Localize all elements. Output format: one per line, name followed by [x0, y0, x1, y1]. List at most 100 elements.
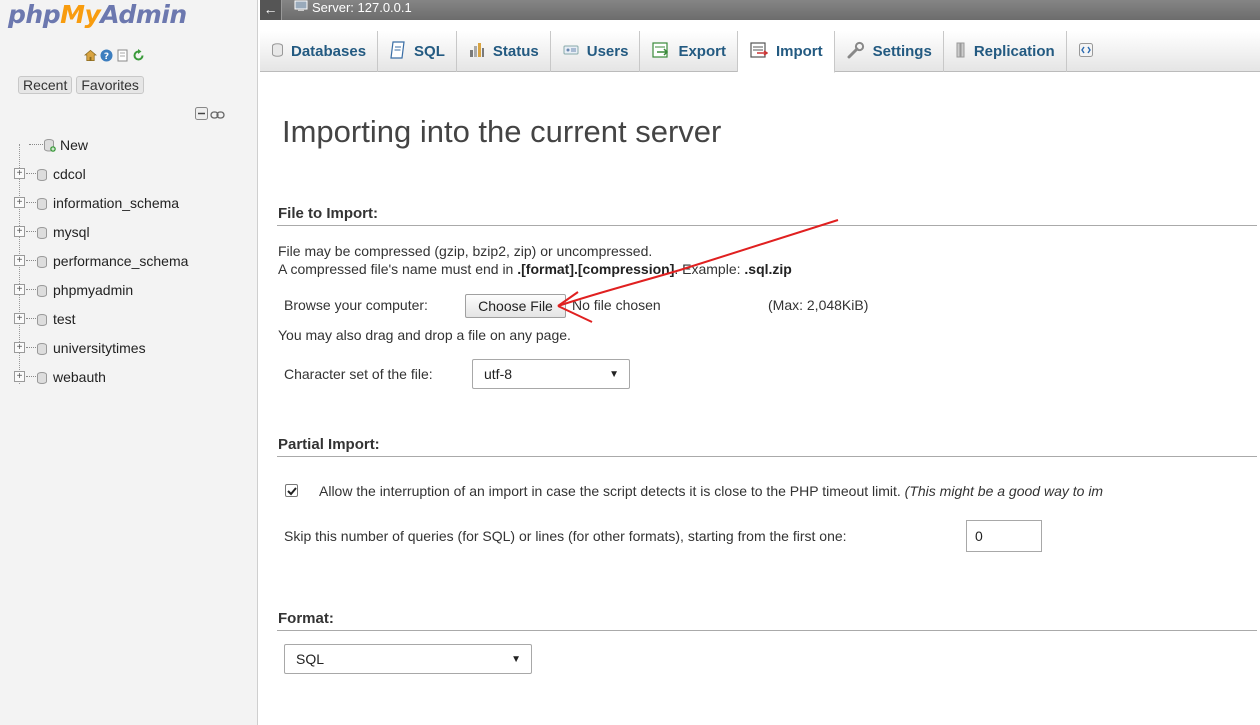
charset-value: utf-8 — [484, 366, 513, 382]
replication-icon — [956, 42, 966, 62]
expand-icon[interactable]: + — [14, 313, 25, 324]
tree-connector — [29, 144, 43, 145]
top-menu: Databases SQL Status Users Export Import… — [260, 31, 1260, 73]
tree-connector — [26, 318, 36, 319]
tree-item-label: New — [60, 136, 89, 153]
allow-interrupt-note: (This might be a good way to im — [904, 483, 1104, 499]
reload-icon[interactable] — [132, 49, 145, 62]
tree-item-phpmyadmin[interactable]: + phpmyadmin — [14, 275, 254, 304]
dropdown-arrow-icon: ▼ — [511, 654, 521, 665]
tree-item-test[interactable]: + test — [14, 304, 254, 333]
skip-queries-label: Skip this number of queries (for SQL) or… — [284, 528, 847, 544]
checkmark-icon — [286, 486, 297, 495]
tree-item-label: webauth — [53, 368, 106, 385]
tree-item-cdcol[interactable]: + cdcol — [14, 159, 254, 188]
database-icon — [37, 226, 47, 239]
tree-connector — [26, 202, 36, 203]
help-icon[interactable]: ? — [100, 49, 113, 62]
tree-item-mysql[interactable]: + mysql — [14, 217, 254, 246]
server-icon — [294, 0, 308, 15]
partial-import-heading: Partial Import: — [278, 436, 380, 453]
format-select[interactable]: SQL ▼ — [284, 644, 532, 674]
tree-item-label: cdcol — [53, 165, 86, 182]
tab-replication[interactable]: Replication — [944, 31, 1067, 72]
back-arrow-icon[interactable]: ← — [260, 0, 282, 20]
database-icon — [37, 371, 47, 384]
database-icon — [37, 255, 47, 268]
charset-select[interactable]: utf-8 ▼ — [472, 359, 630, 389]
tree-controls — [195, 107, 225, 123]
tree-item-label: phpmyadmin — [53, 281, 134, 298]
expand-icon[interactable]: + — [14, 168, 25, 179]
file-to-import-heading: File to Import: — [278, 205, 378, 222]
docs-icon[interactable] — [116, 49, 129, 62]
tab-import[interactable]: Import — [737, 31, 835, 73]
section-divider — [277, 630, 1257, 631]
database-icon — [37, 197, 47, 210]
database-icon — [37, 313, 47, 326]
extension-format: .[format].[compression] — [517, 261, 675, 277]
server-breadcrumb[interactable]: Server: 127.0.0.1 — [294, 0, 412, 15]
expand-icon[interactable]: + — [14, 342, 25, 353]
dropdown-arrow-icon: ▼ — [609, 369, 619, 380]
compression-note: File may be compressed (gzip, bzip2, zip… — [278, 243, 653, 259]
database-tree: New + cdcol + information_schema + mysql… — [14, 130, 254, 391]
extension-example: .sql.zip — [744, 261, 792, 277]
tree-item-information-schema[interactable]: + information_schema — [14, 188, 254, 217]
sql-icon — [390, 40, 406, 63]
expand-icon[interactable]: + — [14, 284, 25, 295]
tab-databases[interactable]: Databases — [260, 31, 379, 72]
tab-label: Settings — [872, 43, 932, 60]
collapse-all-icon[interactable] — [195, 107, 208, 123]
tab-settings[interactable]: Settings — [835, 31, 944, 72]
charset-label: Character set of the file: — [284, 366, 433, 382]
tab-export[interactable]: Export — [640, 31, 738, 72]
tree-connector — [26, 376, 36, 377]
logo-part-php: php — [8, 0, 61, 29]
skip-queries-input[interactable] — [966, 520, 1042, 552]
expand-icon[interactable]: + — [14, 371, 25, 382]
tab-sql[interactable]: SQL — [378, 31, 457, 72]
phpmyadmin-logo[interactable]: phpMyAdmin — [8, 0, 187, 34]
expand-icon[interactable]: + — [14, 226, 25, 237]
tab-label: Users — [586, 43, 629, 60]
tree-item-webauth[interactable]: + webauth — [14, 362, 254, 391]
tab-status[interactable]: Status — [457, 31, 551, 72]
recent-tab[interactable]: Recent — [18, 76, 73, 94]
server-label: Server: 127.0.0.1 — [312, 0, 412, 15]
link-with-main-icon[interactable] — [210, 107, 225, 123]
tree-connector — [26, 347, 36, 348]
database-icon — [37, 342, 47, 355]
databases-icon — [272, 42, 283, 61]
tree-item-new[interactable]: New — [14, 130, 254, 159]
allow-interrupt-checkbox[interactable] — [285, 484, 298, 497]
tree-item-label: test — [53, 310, 76, 327]
tree-item-label: information_schema — [53, 194, 180, 211]
tree-item-label: performance_schema — [53, 252, 189, 269]
tab-label: Import — [775, 43, 823, 60]
server-breadcrumb-bar: ← Server: 127.0.0.1 — [260, 0, 1260, 20]
browse-label: Browse your computer: — [284, 297, 428, 313]
tree-connector — [26, 260, 36, 261]
tab-more[interactable] — [1067, 31, 1104, 72]
tree-item-label: mysql — [53, 223, 90, 240]
tree-item-universitytimes[interactable]: + universitytimes — [14, 333, 254, 362]
favorites-tab[interactable]: Favorites — [76, 76, 144, 94]
expand-icon[interactable]: + — [14, 197, 25, 208]
recent-favorites-tabs: Recent Favorites — [18, 76, 144, 94]
expand-icon[interactable]: + — [14, 255, 25, 266]
tab-label: Databases — [291, 43, 367, 60]
extension-note: A compressed file's name must end in .[f… — [278, 261, 792, 277]
format-value: SQL — [296, 651, 325, 667]
navigation-panel: phpMyAdmin ? Recent Favorites New + cdco… — [0, 0, 258, 725]
more-icon — [1078, 42, 1093, 61]
choose-file-button[interactable]: Choose File — [465, 294, 566, 318]
users-icon — [563, 43, 579, 60]
tree-item-performance-schema[interactable]: + performance_schema — [14, 246, 254, 275]
tab-users[interactable]: Users — [551, 31, 641, 72]
format-heading: Format: — [278, 610, 334, 627]
tree-connector — [26, 173, 36, 174]
home-icon[interactable] — [84, 49, 97, 62]
logo-part-admin: Admin — [100, 0, 187, 29]
max-size-label: (Max: 2,048KiB) — [768, 297, 869, 313]
